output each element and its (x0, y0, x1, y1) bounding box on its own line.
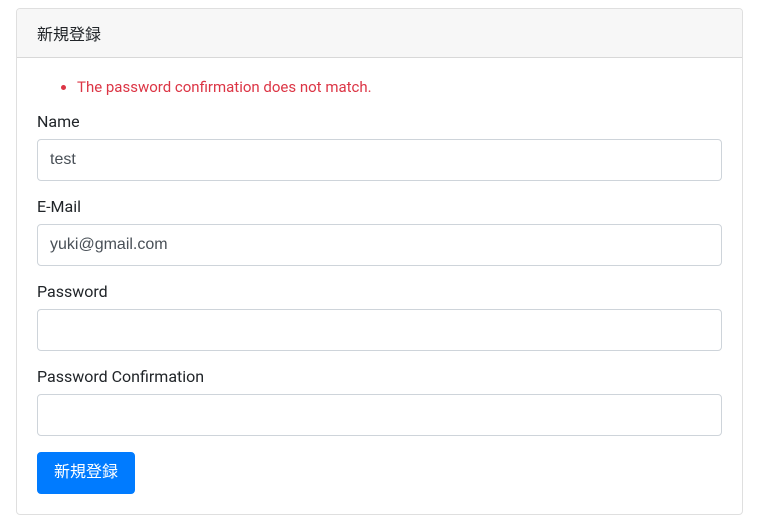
error-item: The password confirmation does not match… (77, 78, 722, 96)
email-input[interactable] (37, 224, 722, 266)
email-label: E-Mail (37, 197, 722, 216)
card-title: 新規登録 (37, 25, 101, 44)
card-header: 新規登録 (17, 9, 742, 58)
password-confirmation-label: Password Confirmation (37, 367, 722, 386)
password-input[interactable] (37, 309, 722, 351)
card-body: The password confirmation does not match… (17, 58, 742, 514)
name-label: Name (37, 112, 722, 131)
password-label: Password (37, 282, 722, 301)
form-group-name: Name (37, 112, 722, 181)
form-group-password-confirmation: Password Confirmation (37, 367, 722, 436)
form-group-password: Password (37, 282, 722, 351)
registration-card: 新規登録 The password confirmation does not … (16, 8, 743, 515)
form-group-email: E-Mail (37, 197, 722, 266)
name-input[interactable] (37, 139, 722, 181)
submit-button[interactable]: 新規登録 (37, 452, 135, 494)
password-confirmation-input[interactable] (37, 394, 722, 436)
error-list: The password confirmation does not match… (57, 78, 722, 96)
